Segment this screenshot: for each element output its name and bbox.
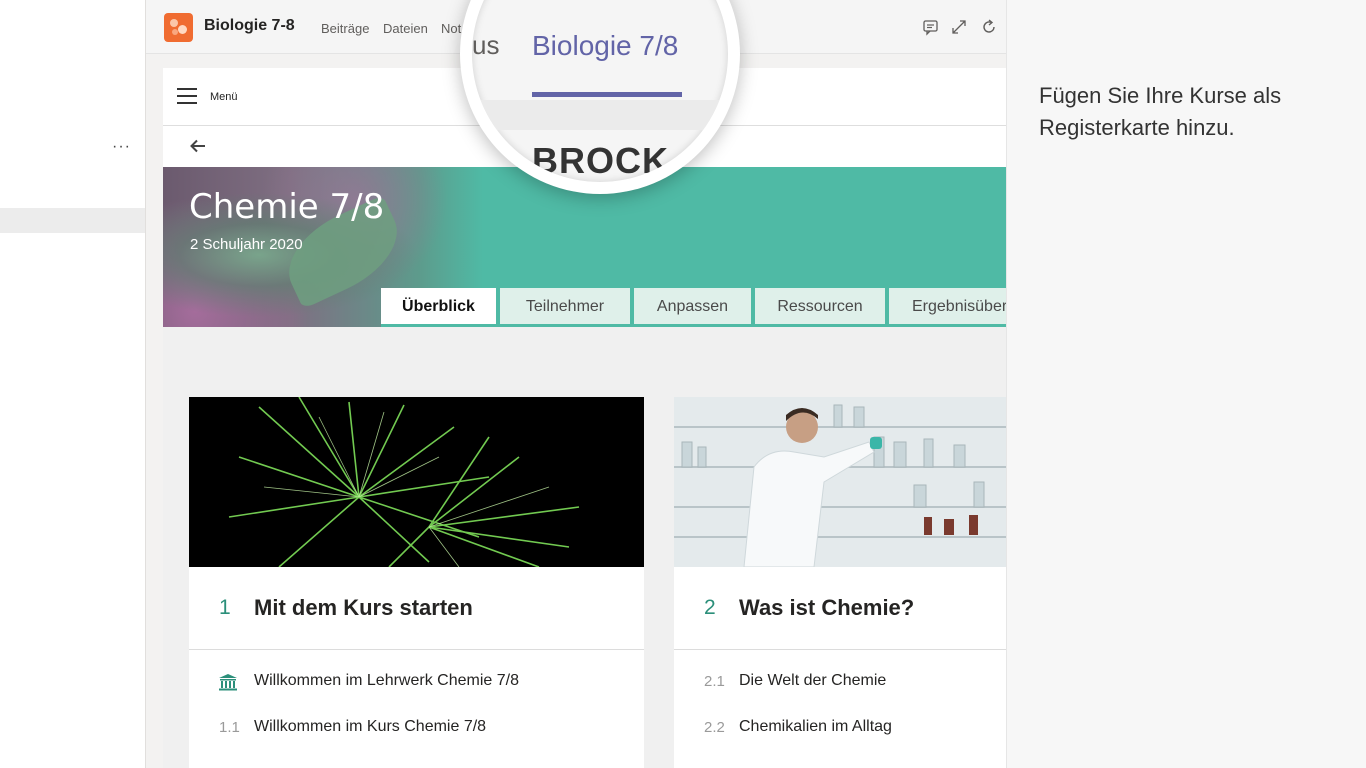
instruction-panel: Fügen Sie Ihre Kurse als Registerkarte h… [1006,0,1366,768]
lesson-title[interactable]: Willkommen im Kurs Chemie 7/8 [254,718,486,736]
lesson-number: 1.1 [219,719,240,736]
lesson-title[interactable]: Chemikalien im Alltag [739,718,892,736]
lesson-item[interactable]: 2.1 Die Welt der Chemie [674,667,1006,697]
magnifier-lens: us Biologie 7/8 BROCK [472,0,728,182]
chapter-header: 2 Was ist Chemie? [674,567,1006,650]
magnified-divider [472,100,728,130]
team-logo-icon [164,13,193,42]
lesson-title[interactable]: Die Welt der Chemie [739,672,886,690]
magnified-prev-tab: us [472,30,500,60]
team-name: Biologie 7-8 [204,17,295,34]
active-tab-underline [532,92,682,97]
chapter-header: 1 Mit dem Kurs starten [189,567,644,650]
institution-icon [219,674,237,691]
teams-sidebar: ··· [0,0,146,768]
chapter-number: 1 [219,596,231,619]
chapter-card-2[interactable]: 2 Was ist Chemie? 2.1 Die Welt der Chemi… [674,397,1006,768]
chapter-title[interactable]: Mit dem Kurs starten [254,595,473,621]
course-title: Chemie 7/8 [189,187,385,227]
tab-ergebnisuebersicht[interactable]: Ergebnisüber [889,288,1006,327]
tab-beitraege[interactable]: Beiträge [321,21,369,36]
menu-label[interactable]: Menü [210,91,238,103]
expand-icon[interactable] [950,18,968,36]
tab-ressourcen[interactable]: Ressourcen [755,288,885,327]
chat-icon[interactable] [922,18,940,36]
tab-dateien[interactable]: Dateien [383,21,428,36]
more-options-button[interactable]: ··· [112,138,131,156]
lesson-item[interactable]: 1.1 Willkommen im Kurs Chemie 7/8 [189,713,644,743]
laboratory-image [674,397,1006,567]
laboratory-graphic [674,397,1006,567]
tab-notizen[interactable]: Not [441,21,461,36]
magnified-active-tab[interactable]: Biologie 7/8 [532,30,678,62]
lesson-number: 2.2 [704,719,725,736]
lesson-title[interactable]: Willkommen im Lehrwerk Chemie 7/8 [254,672,519,690]
lesson-number: 2.1 [704,673,725,690]
refresh-icon[interactable] [980,18,998,36]
back-arrow-icon[interactable] [189,137,207,155]
chapter-number: 2 [704,596,716,619]
magnified-brand-logo: BROCK [532,140,669,181]
chapter-card-1[interactable]: 1 Mit dem Kurs starten Willkommen im Leh… [189,397,644,768]
lesson-item[interactable]: 2.2 Chemikalien im Alltag [674,713,1006,743]
fireworks-image [189,397,644,567]
hamburger-menu-icon[interactable] [177,88,197,104]
selected-channel-highlight[interactable] [0,208,146,233]
chapter-title[interactable]: Was ist Chemie? [739,595,914,621]
tab-ueberblick[interactable]: Überblick [381,288,496,327]
tab-anpassen[interactable]: Anpassen [634,288,751,327]
course-subtitle: 2 Schuljahr 2020 [190,236,303,253]
tab-teilnehmer[interactable]: Teilnehmer [500,288,630,327]
fireworks-graphic [228,397,580,567]
instruction-text: Fügen Sie Ihre Kurse als Registerkarte h… [1039,83,1282,140]
lesson-item[interactable]: Willkommen im Lehrwerk Chemie 7/8 [189,667,644,697]
